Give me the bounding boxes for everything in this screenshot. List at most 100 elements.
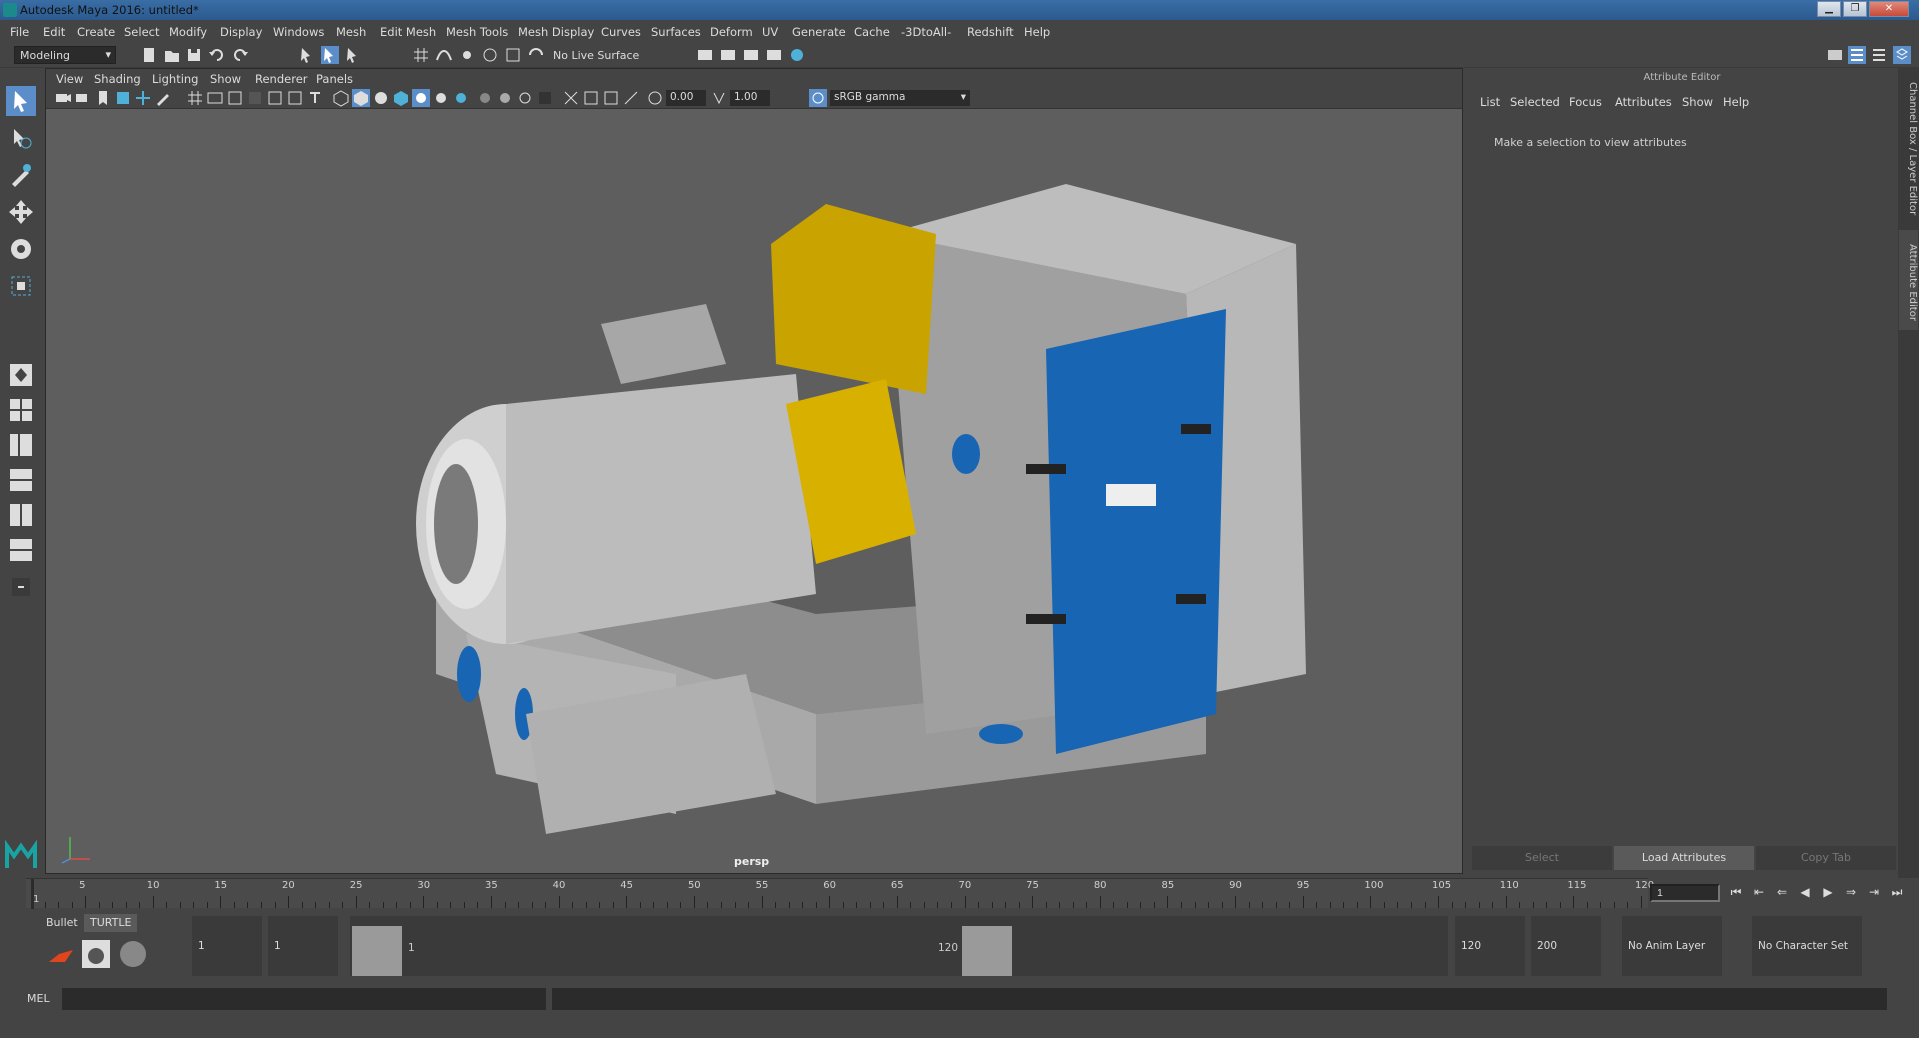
range-slider[interactable]: 1 120: [350, 916, 1448, 976]
command-input[interactable]: [62, 988, 546, 1010]
ipr-render-icon[interactable]: [742, 46, 760, 64]
2d-pan-zoom-icon[interactable]: [134, 89, 152, 107]
camera-icon[interactable]: [54, 89, 72, 107]
go-to-start-icon[interactable]: ⏮: [1728, 885, 1744, 901]
open-scene-icon[interactable]: [163, 46, 181, 64]
step-forward-key-icon[interactable]: ⇒: [1843, 885, 1859, 901]
menu-uv[interactable]: UV: [762, 25, 778, 39]
tool-settings-icon[interactable]: [1870, 46, 1888, 64]
textured-icon[interactable]: [392, 89, 410, 107]
menu-create[interactable]: Create: [77, 25, 115, 39]
persp-hypershade-layout-icon[interactable]: [6, 500, 36, 530]
exposure-icon[interactable]: [646, 89, 664, 107]
shelf-tab-turtle[interactable]: TURTLE: [84, 914, 138, 932]
menu-curves[interactable]: Curves: [601, 25, 641, 39]
ae-select-button[interactable]: Select: [1472, 846, 1612, 870]
copy-tab-button[interactable]: Copy Tab: [1756, 846, 1896, 870]
ae-menu-show[interactable]: Show: [1682, 95, 1713, 109]
snap-point-icon[interactable]: [458, 46, 476, 64]
menu-help[interactable]: Help: [1024, 25, 1050, 39]
make-live-icon[interactable]: [527, 46, 545, 64]
snap-curve-icon[interactable]: [435, 46, 453, 64]
four-view-layout-icon[interactable]: [6, 395, 36, 425]
persp-graph-layout-icon[interactable]: [6, 465, 36, 495]
rotate-tool-icon[interactable]: [6, 234, 36, 264]
exposure-field[interactable]: 0.00: [666, 90, 706, 106]
bookmark-icon[interactable]: [94, 89, 112, 107]
play-forwards-icon[interactable]: ▶: [1820, 885, 1836, 901]
render-settings-icon[interactable]: [765, 46, 783, 64]
ae-menu-attributes[interactable]: Attributes: [1615, 95, 1672, 109]
persp-outliner-layout-icon[interactable]: [6, 430, 36, 460]
save-scene-icon[interactable]: [185, 46, 203, 64]
menu-windows[interactable]: Windows: [273, 25, 324, 39]
backface-culling-icon[interactable]: [622, 89, 640, 107]
view-transform-dropdown[interactable]: sRGB gamma ▾: [830, 90, 970, 106]
anim-layer-dropdown[interactable]: No Anim Layer: [1622, 916, 1722, 976]
paint-select-tool-icon[interactable]: [6, 160, 36, 190]
menu-modify[interactable]: Modify: [169, 25, 207, 39]
menu-mesh[interactable]: Mesh: [336, 25, 366, 39]
xray-joints-icon[interactable]: [602, 89, 620, 107]
camera-attributes-icon[interactable]: [74, 89, 92, 107]
gamma-icon[interactable]: [710, 89, 728, 107]
play-backwards-icon[interactable]: ◀: [1797, 885, 1813, 901]
attribute-editor-toggle-icon[interactable]: [1848, 46, 1866, 64]
menu-edit[interactable]: Edit: [43, 25, 65, 39]
vp-menu-shading[interactable]: Shading: [94, 72, 141, 86]
range-start-handle[interactable]: [352, 926, 402, 976]
animation-start-field[interactable]: 1: [192, 916, 262, 976]
tab-channel-box[interactable]: Channel Box / Layer Editor: [1899, 72, 1918, 222]
toolbox-options-icon[interactable]: [6, 572, 36, 602]
image-plane-icon[interactable]: [114, 89, 132, 107]
screen-space-ao-icon[interactable]: [452, 89, 470, 107]
new-scene-icon[interactable]: [140, 46, 158, 64]
current-frame-field[interactable]: [1650, 884, 1720, 902]
ae-menu-focus[interactable]: Focus: [1569, 95, 1602, 109]
modeling-toolkit-icon[interactable]: [1826, 46, 1844, 64]
lasso-tool-icon[interactable]: [6, 123, 36, 153]
ae-menu-list[interactable]: List: [1480, 95, 1500, 109]
scene-3d-model[interactable]: [346, 114, 1306, 874]
xray-active-components-icon[interactable]: [582, 89, 600, 107]
character-set-dropdown[interactable]: No Character Set: [1752, 916, 1862, 976]
scale-tool-icon[interactable]: [6, 271, 36, 301]
ae-menu-selected[interactable]: Selected: [1510, 95, 1560, 109]
vp-menu-renderer[interactable]: Renderer: [255, 72, 308, 86]
menu-file[interactable]: File: [10, 25, 29, 39]
wireframe-icon[interactable]: [332, 89, 350, 107]
menu-generate[interactable]: Generate: [792, 25, 846, 39]
motion-blur-icon[interactable]: [476, 89, 494, 107]
color-management-icon[interactable]: [809, 89, 827, 107]
vp-menu-view[interactable]: View: [56, 72, 83, 86]
grid-icon[interactable]: [186, 89, 204, 107]
close-button[interactable]: ✕: [1869, 1, 1909, 17]
gamma-field[interactable]: 1.00: [730, 90, 770, 106]
time-slider[interactable]: 1 5 10 15 20 25 30 35 40 45 50 55 60 65 70 75 80 85 90 95 10…: [26, 878, 1654, 909]
tab-attribute-editor[interactable]: Attribute Editor: [1899, 230, 1918, 330]
xray-icon[interactable]: [562, 89, 580, 107]
select-by-component-icon[interactable]: [344, 46, 362, 64]
menu-3dtoall[interactable]: -3DtoAll-: [901, 25, 951, 39]
menu-mesh-tools[interactable]: Mesh Tools: [446, 25, 508, 39]
current-time-indicator[interactable]: [31, 879, 34, 909]
safe-action-icon[interactable]: [286, 89, 304, 107]
ae-menu-help[interactable]: Help: [1723, 95, 1749, 109]
grease-pencil-icon[interactable]: [154, 89, 172, 107]
minimize-button[interactable]: ▁: [1817, 1, 1841, 17]
depth-of-field-icon[interactable]: [516, 89, 534, 107]
vp-menu-show[interactable]: Show: [210, 72, 241, 86]
menu-redshift[interactable]: Redshift: [967, 25, 1014, 39]
render-view-icon[interactable]: [696, 46, 714, 64]
smooth-shade-all-icon[interactable]: [352, 89, 370, 107]
animation-end-field[interactable]: 200: [1531, 916, 1601, 976]
snap-projected-center-icon[interactable]: [481, 46, 499, 64]
single-perspective-layout-icon[interactable]: [6, 360, 36, 390]
move-tool-icon[interactable]: [6, 197, 36, 227]
step-back-frame-icon[interactable]: ⇤: [1751, 885, 1767, 901]
use-all-lights-icon[interactable]: [412, 89, 430, 107]
step-forward-frame-icon[interactable]: ⇥: [1866, 885, 1882, 901]
shelf-bullet-rigid-icon[interactable]: [45, 938, 77, 970]
multisample-aa-icon[interactable]: [496, 89, 514, 107]
render-current-frame-icon[interactable]: [719, 46, 737, 64]
